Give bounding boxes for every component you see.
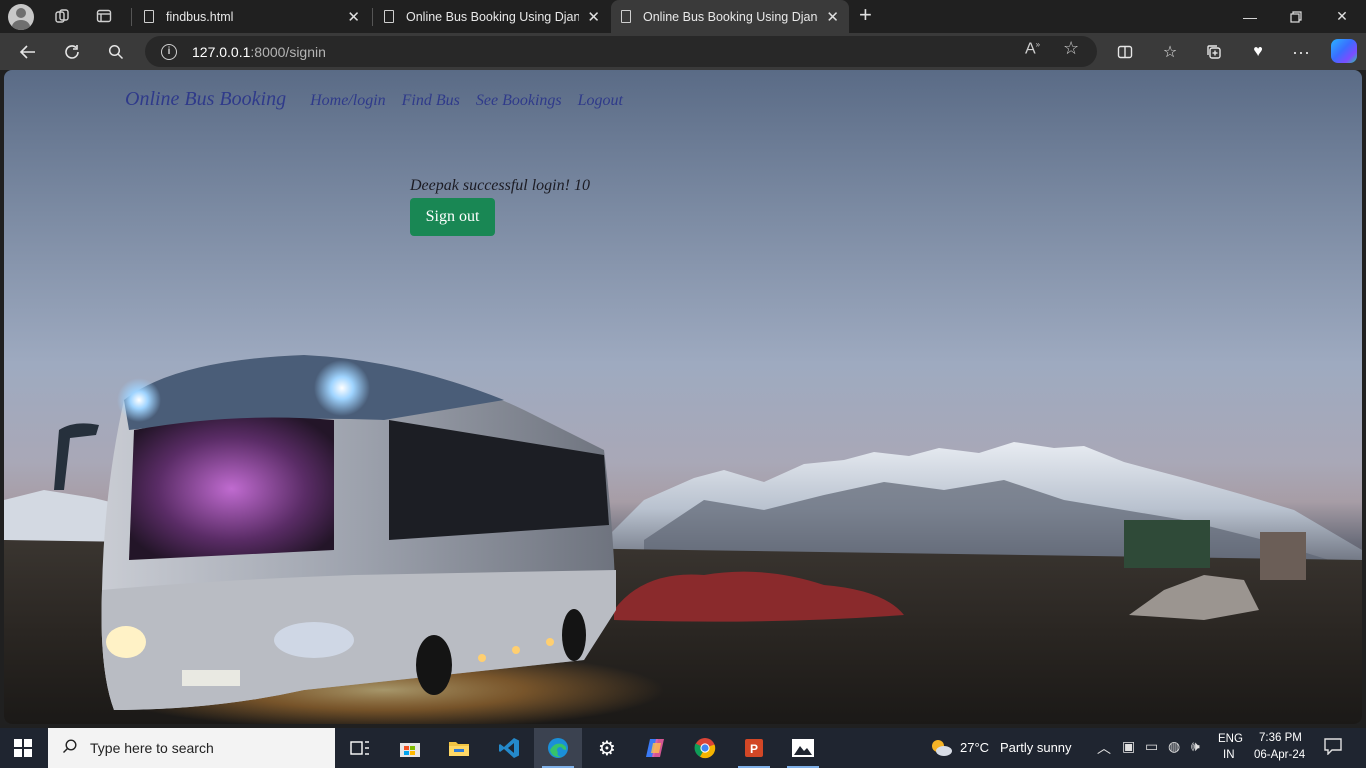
photos-icon[interactable] (779, 728, 827, 768)
favorites-icon[interactable]: ☆ (1155, 37, 1185, 67)
site-navbar: Online Bus Booking Home/login Find Bus S… (125, 88, 639, 111)
start-icon[interactable] (14, 739, 32, 757)
weather-temp[interactable]: 27°C (960, 740, 989, 755)
window-close-icon[interactable]: ✕ (1319, 0, 1365, 33)
tab-separator (131, 8, 132, 26)
search-icon (62, 738, 78, 758)
browser-toolbar: i 127.0.0.1:8000/signin A» ☆ ☆ ♥ ··· (0, 33, 1366, 70)
tab-findbus[interactable]: findbus.html ✕ (134, 0, 370, 33)
chrome-icon[interactable] (681, 728, 729, 768)
refresh-icon[interactable] (57, 37, 87, 67)
search-placeholder: Type here to search (90, 740, 214, 756)
read-aloud-icon[interactable]: A» (1025, 40, 1040, 58)
close-icon[interactable]: ✕ (347, 8, 360, 26)
windows-taskbar: Type here to search ⚙ P 27°C Partly sunn… (0, 728, 1366, 768)
network-icon[interactable]: ◍ (1168, 738, 1180, 755)
url-path: :8000/signin (250, 43, 326, 60)
task-view-icon[interactable] (336, 728, 384, 768)
back-icon[interactable] (13, 37, 43, 67)
url-text[interactable]: 127.0.0.1:8000/signin (192, 44, 326, 60)
camera-icon[interactable]: ▣ (1122, 738, 1135, 755)
copilot-icon[interactable] (1331, 39, 1357, 63)
search-icon[interactable] (101, 37, 131, 67)
language-code[interactable]: ENG (1218, 733, 1243, 745)
info-icon[interactable]: i (161, 43, 177, 60)
tab-title: Online Bus Booking Using Django (643, 9, 819, 24)
browser-essentials-icon[interactable]: ♥ (1243, 37, 1273, 67)
document-icon (144, 10, 154, 23)
brand-link[interactable]: Online Bus Booking (125, 88, 286, 111)
address-bar[interactable]: i 127.0.0.1:8000/signin A» ☆ (145, 36, 1097, 67)
nav-find-bus[interactable]: Find Bus (402, 92, 460, 110)
page-viewport: Online Bus Booking Home/login Find Bus S… (4, 70, 1362, 724)
url-host: 127.0.0.1 (192, 43, 251, 60)
tab-title: Online Bus Booking Using Django (406, 9, 580, 24)
collections-icon[interactable] (1199, 37, 1229, 67)
profile-icon[interactable] (8, 3, 34, 30)
store-icon[interactable] (386, 728, 434, 768)
clock-date[interactable]: 06-Apr-24 (1254, 749, 1305, 761)
sign-out-button[interactable]: Sign out (410, 198, 495, 236)
volume-icon[interactable]: 🕪 (1191, 738, 1200, 755)
browser-tab-strip: findbus.html ✕ Online Bus Booking Using … (0, 0, 1366, 33)
vscode-icon[interactable] (485, 728, 533, 768)
minimize-icon[interactable]: — (1227, 0, 1273, 33)
language-region[interactable]: IN (1223, 749, 1235, 761)
tab-actions-icon[interactable] (90, 2, 118, 30)
svg-text:P: P (750, 742, 758, 756)
nav-home-login[interactable]: Home/login (310, 92, 386, 110)
file-explorer-icon[interactable] (435, 728, 483, 768)
workspaces-icon[interactable] (48, 2, 76, 30)
login-success-message: Deepak successful login! 10 (410, 177, 590, 194)
nav-see-bookings[interactable]: See Bookings (476, 92, 562, 110)
copilot-app-icon[interactable] (632, 728, 680, 768)
tab-bus-booking-1[interactable]: Online Bus Booking Using Django ✕ (374, 0, 610, 33)
document-icon (621, 10, 631, 23)
edge-icon[interactable] (534, 728, 582, 768)
settings-icon[interactable]: ⚙ (583, 728, 631, 768)
background-photo (4, 355, 1362, 724)
clock-time[interactable]: 7:36 PM (1259, 732, 1302, 744)
powerpoint-icon[interactable]: P (730, 728, 778, 768)
chevron-up-icon[interactable]: ︿ (1097, 738, 1111, 758)
split-screen-icon[interactable] (1110, 37, 1140, 67)
battery-icon[interactable]: ▭ (1145, 738, 1158, 755)
tab-title: findbus.html (166, 9, 234, 24)
tab-bus-booking-active[interactable]: Online Bus Booking Using Django ✕ (611, 0, 849, 33)
more-icon[interactable]: ··· (1286, 37, 1316, 67)
close-icon[interactable]: ✕ (587, 8, 600, 26)
favorite-star-icon[interactable]: ☆ (1063, 38, 1079, 59)
restore-icon[interactable] (1273, 0, 1319, 33)
notifications-icon[interactable] (1324, 737, 1342, 758)
weather-condition[interactable]: Partly sunny (1000, 740, 1072, 755)
nav-logout[interactable]: Logout (578, 92, 623, 110)
tab-separator (372, 8, 373, 26)
taskbar-search-box[interactable]: Type here to search (48, 728, 335, 768)
close-icon[interactable]: ✕ (826, 8, 839, 26)
weather-icon[interactable] (928, 736, 954, 763)
new-tab-icon[interactable]: + (859, 2, 872, 28)
document-icon (384, 10, 394, 23)
